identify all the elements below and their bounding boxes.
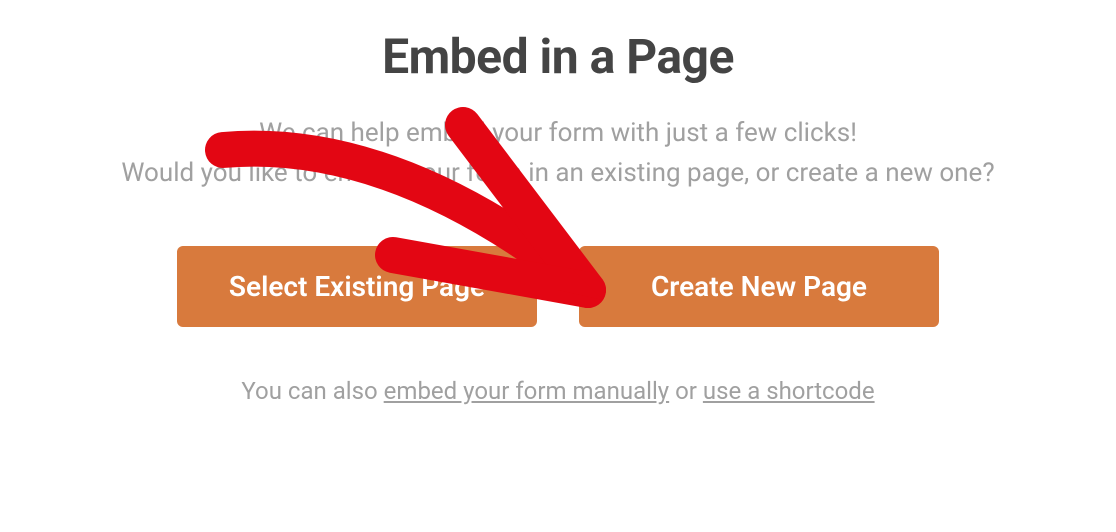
embed-manually-link[interactable]: embed your form manually [384,377,669,405]
dialog-title: Embed in a Page [68,28,1048,85]
button-row: Select Existing Page Create New Page [68,246,1048,327]
subtitle-line-2: Would you like to embed your form in an … [121,158,994,188]
footer-prefix: You can also [241,377,383,405]
use-shortcode-link[interactable]: use a shortcode [703,377,875,405]
footer-middle: or [669,377,703,405]
footer-text: You can also embed your form manually or… [68,377,1048,405]
subtitle-line-1: We can help embed your form with just a … [259,118,857,148]
dialog-subtitle: We can help embed your form with just a … [68,113,1048,194]
select-existing-page-button[interactable]: Select Existing Page [177,246,537,327]
embed-dialog: Embed in a Page We can help embed your f… [68,0,1048,405]
create-new-page-button[interactable]: Create New Page [579,246,939,327]
